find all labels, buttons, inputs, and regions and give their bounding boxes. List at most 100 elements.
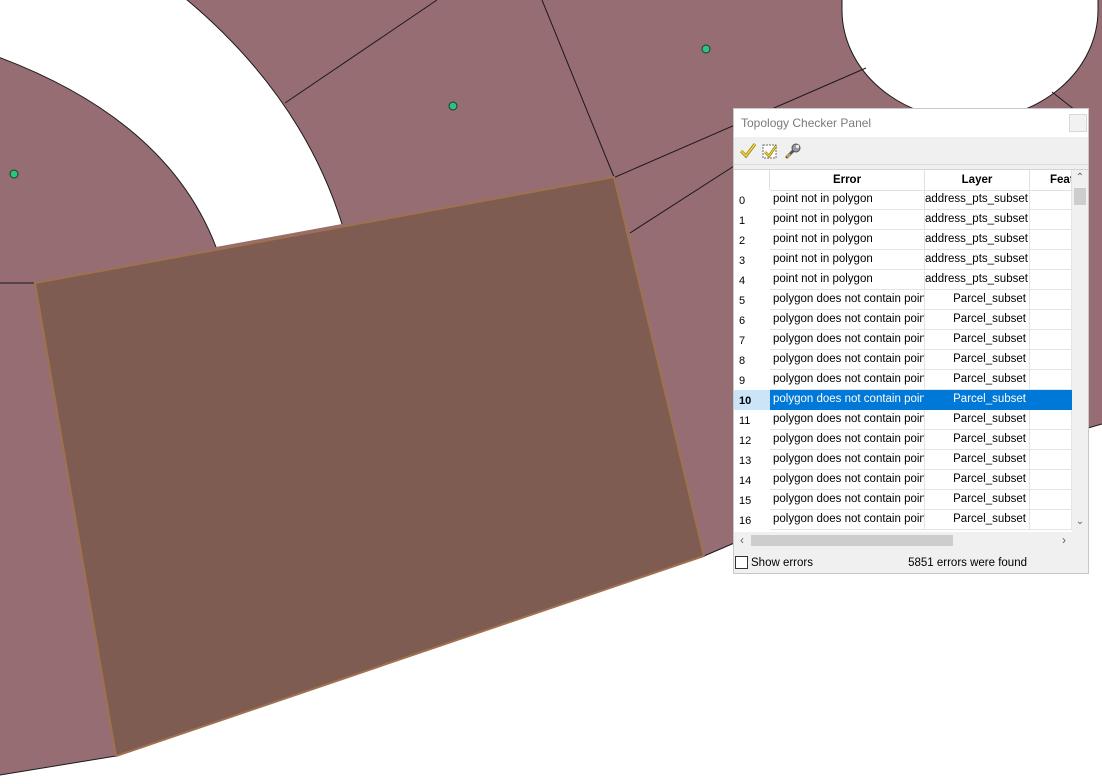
feature-cell[interactable] <box>1030 270 1072 290</box>
row-number[interactable]: 15 <box>734 490 770 510</box>
errors-table[interactable]: Error Layer Feat 0 point not in polygon ad… <box>734 169 1088 549</box>
feature-cell[interactable] <box>1030 350 1072 370</box>
error-cell[interactable]: point not in polygon <box>770 190 925 210</box>
table-row[interactable]: 12 polygon does not contain point Parcel_s… <box>734 430 1072 450</box>
vertical-scroll-thumb[interactable] <box>1074 188 1086 205</box>
wrench-icon[interactable] <box>783 141 803 161</box>
error-cell[interactable]: polygon does not contain point <box>770 410 925 430</box>
layer-cell[interactable]: Parcel_subset <box>925 450 1030 470</box>
error-cell[interactable]: polygon does not contain point <box>770 470 925 490</box>
table-row[interactable]: 7 polygon does not contain point Parcel_su… <box>734 330 1072 350</box>
header-layer[interactable]: Layer <box>925 170 1030 190</box>
scroll-right-icon[interactable]: › <box>1056 533 1072 547</box>
layer-cell[interactable]: Parcel_subset <box>925 470 1030 490</box>
table-row[interactable]: 10 polygon does not contain point Parcel_s… <box>734 390 1072 410</box>
table-row[interactable]: 11 polygon does not contain point Parcel_s… <box>734 410 1072 430</box>
row-number[interactable]: 4 <box>734 270 770 290</box>
layer-cell[interactable]: address_pts_subset <box>925 270 1030 290</box>
table-row[interactable]: 5 polygon does not contain point Parcel_su… <box>734 290 1072 310</box>
error-cell[interactable]: polygon does not contain point <box>770 450 925 470</box>
table-row[interactable]: 1 point not in polygon address_pts_subset <box>734 210 1072 230</box>
feature-cell[interactable] <box>1030 230 1072 250</box>
show-errors-checkbox[interactable] <box>735 556 748 569</box>
layer-cell[interactable]: Parcel_subset <box>925 430 1030 450</box>
table-row[interactable]: 6 polygon does not contain point Parcel_su… <box>734 310 1072 330</box>
feature-cell[interactable] <box>1030 470 1072 490</box>
layer-cell[interactable]: Parcel_subset <box>925 490 1030 510</box>
row-number[interactable]: 16 <box>734 510 770 530</box>
feature-cell[interactable] <box>1030 190 1072 210</box>
error-cell[interactable]: polygon does not contain point <box>770 310 925 330</box>
address-point[interactable] <box>701 44 711 54</box>
feature-cell[interactable] <box>1030 450 1072 470</box>
row-number[interactable]: 12 <box>734 430 770 450</box>
vertical-scrollbar[interactable]: ⌃ ⌄ <box>1072 170 1088 532</box>
row-number[interactable]: 14 <box>734 470 770 490</box>
feature-cell[interactable] <box>1030 210 1072 230</box>
error-cell[interactable]: point not in polygon <box>770 210 925 230</box>
error-cell[interactable]: polygon does not contain point <box>770 350 925 370</box>
scroll-down-icon[interactable]: ⌄ <box>1072 516 1088 527</box>
layer-cell[interactable]: address_pts_subset <box>925 250 1030 270</box>
header-error[interactable]: Error <box>770 170 925 190</box>
table-row[interactable]: 13 polygon does not contain point Parcel_s… <box>734 450 1072 470</box>
error-cell[interactable]: polygon does not contain point <box>770 370 925 390</box>
error-cell[interactable]: polygon does not contain point <box>770 290 925 310</box>
layer-cell[interactable]: address_pts_subset <box>925 230 1030 250</box>
error-cell[interactable]: polygon does not contain point <box>770 430 925 450</box>
header-feature[interactable]: Feat <box>1030 170 1072 190</box>
feature-cell[interactable] <box>1030 250 1072 270</box>
row-number[interactable]: 2 <box>734 230 770 250</box>
row-number[interactable]: 1 <box>734 210 770 230</box>
layer-cell[interactable]: Parcel_subset <box>925 330 1030 350</box>
table-row[interactable]: 0 point not in polygon address_pts_subset <box>734 190 1072 210</box>
scroll-up-icon[interactable]: ⌃ <box>1072 172 1088 183</box>
row-number[interactable]: 5 <box>734 290 770 310</box>
checkmark-icon[interactable] <box>738 141 758 161</box>
feature-cell[interactable] <box>1030 310 1072 330</box>
layer-cell[interactable]: Parcel_subset <box>925 290 1030 310</box>
layer-cell[interactable]: Parcel_subset <box>925 310 1030 330</box>
error-cell[interactable]: point not in polygon <box>770 250 925 270</box>
close-icon[interactable] <box>1069 114 1087 132</box>
layer-cell[interactable]: Parcel_subset <box>925 370 1030 390</box>
row-number[interactable]: 10 <box>734 390 770 410</box>
feature-cell[interactable] <box>1030 410 1072 430</box>
error-cell[interactable]: polygon does not contain point <box>770 510 925 530</box>
feature-cell[interactable] <box>1030 370 1072 390</box>
row-number[interactable]: 7 <box>734 330 770 350</box>
row-number[interactable]: 3 <box>734 250 770 270</box>
table-row[interactable]: 8 polygon does not contain point Parcel_su… <box>734 350 1072 370</box>
validate-extent-icon[interactable] <box>760 141 780 161</box>
table-row[interactable]: 14 polygon does not contain point Parcel_s… <box>734 470 1072 490</box>
feature-cell[interactable] <box>1030 330 1072 350</box>
layer-cell[interactable]: Parcel_subset <box>925 350 1030 370</box>
error-cell[interactable]: polygon does not contain point <box>770 390 925 410</box>
feature-cell[interactable] <box>1030 430 1072 450</box>
layer-cell[interactable]: Parcel_subset <box>925 390 1030 410</box>
row-number[interactable]: 9 <box>734 370 770 390</box>
scroll-left-icon[interactable]: ‹ <box>734 533 750 547</box>
error-cell[interactable]: point not in polygon <box>770 230 925 250</box>
layer-cell[interactable]: address_pts_subset <box>925 210 1030 230</box>
feature-cell[interactable] <box>1030 490 1072 510</box>
horizontal-scroll-thumb[interactable] <box>751 535 953 546</box>
row-number[interactable]: 8 <box>734 350 770 370</box>
error-cell[interactable]: polygon does not contain point <box>770 490 925 510</box>
row-number[interactable]: 11 <box>734 410 770 430</box>
layer-cell[interactable]: Parcel_subset <box>925 510 1030 530</box>
error-cell[interactable]: point not in polygon <box>770 270 925 290</box>
panel-titlebar[interactable]: Topology Checker Panel <box>734 109 1088 137</box>
layer-cell[interactable]: Parcel_subset <box>925 410 1030 430</box>
horizontal-scrollbar[interactable]: ‹ › <box>734 532 1072 549</box>
feature-cell[interactable] <box>1030 510 1072 530</box>
table-row[interactable]: 15 polygon does not contain point Parcel_s… <box>734 490 1072 510</box>
address-point[interactable] <box>9 169 19 179</box>
layer-cell[interactable]: address_pts_subset <box>925 190 1030 210</box>
row-number[interactable]: 0 <box>734 190 770 210</box>
feature-cell[interactable] <box>1030 390 1072 410</box>
error-cell[interactable]: polygon does not contain point <box>770 330 925 350</box>
table-row[interactable]: 2 point not in polygon address_pts_subset <box>734 230 1072 250</box>
table-row[interactable]: 4 point not in polygon address_pts_subset <box>734 270 1072 290</box>
table-row[interactable]: 9 polygon does not contain point Parcel_su… <box>734 370 1072 390</box>
